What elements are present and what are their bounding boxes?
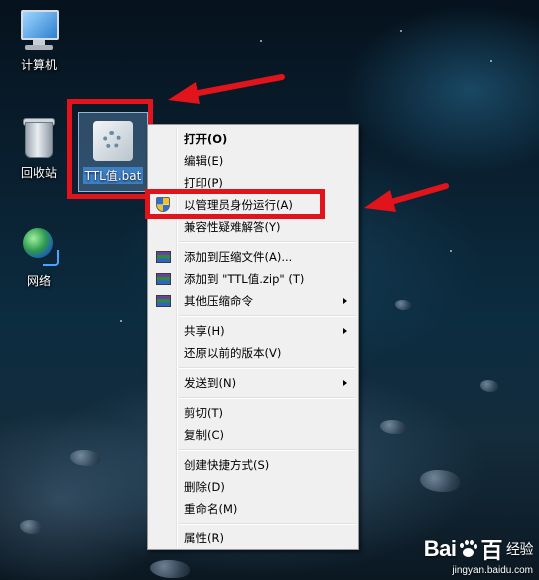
menu-separator <box>179 397 355 399</box>
background-star <box>260 40 262 42</box>
menu-separator <box>179 523 355 525</box>
background-rock <box>380 420 406 434</box>
background-star <box>490 60 492 62</box>
annotation-arrow-run-as-admin <box>364 183 449 212</box>
desktop-icon-label: 网络 <box>26 274 51 288</box>
highlight-box-file <box>67 99 153 199</box>
desktop-icon-recycle-bin[interactable]: 回收站 <box>4 116 74 181</box>
menu-item-rename[interactable]: 重命名(M) <box>151 498 355 520</box>
menu-item-properties[interactable]: 属性(R) <box>151 527 355 549</box>
menu-item-label: 打印(P) <box>184 176 223 190</box>
menu-item-label: 删除(D) <box>184 480 225 494</box>
background-rock <box>20 520 42 534</box>
menu-separator <box>179 367 355 369</box>
baidu-paw-icon <box>458 539 478 559</box>
highlight-box-run-as-admin <box>145 189 325 219</box>
submenu-arrow-icon <box>343 380 347 386</box>
submenu-arrow-icon <box>343 298 347 304</box>
desktop-icon-label: 计算机 <box>20 58 57 72</box>
background-rock <box>150 560 190 578</box>
menu-item-share[interactable]: 共享(H) <box>151 320 355 342</box>
submenu-arrow-icon <box>343 328 347 334</box>
menu-item-label: 编辑(E) <box>184 154 224 168</box>
menu-separator <box>179 315 355 317</box>
menu-item-label: 共享(H) <box>184 324 225 338</box>
menu-item-label: 添加到压缩文件(A)... <box>184 250 293 264</box>
watermark-brand-left: Bai <box>423 536 457 561</box>
menu-item-label: 复制(C) <box>184 428 225 442</box>
context-menu: 打开(O) 编辑(E) 打印(P) 以管理员身份运行(A) 兼容性疑难解答(Y)… <box>147 124 359 550</box>
archive-icon <box>156 273 171 285</box>
menu-item-edit[interactable]: 编辑(E) <box>151 150 355 172</box>
network-icon <box>17 224 61 268</box>
background-star <box>450 250 452 252</box>
annotation-arrow-file <box>168 74 285 104</box>
desktop-icon-network[interactable]: 网络 <box>4 224 74 289</box>
desktop: 计算机 回收站 网络 TTL值.bat 打开(O) 编辑(E) 打印(P) 以管… <box>0 0 539 580</box>
menu-item-delete[interactable]: 删除(D) <box>151 476 355 498</box>
baidu-jingyan-watermark: Bai 百 经验 jingyan.baidu.com <box>423 533 534 576</box>
menu-item-label: 属性(R) <box>184 531 224 545</box>
menu-item-restore-previous-versions[interactable]: 还原以前的版本(V) <box>151 342 355 364</box>
menu-item-label: 重命名(M) <box>184 502 238 516</box>
menu-item-add-to-archive[interactable]: 添加到压缩文件(A)... <box>151 246 355 268</box>
background-rock <box>70 450 100 466</box>
menu-item-create-shortcut[interactable]: 创建快捷方式(S) <box>151 454 355 476</box>
menu-item-troubleshoot-compatibility[interactable]: 兼容性疑难解答(Y) <box>151 216 355 238</box>
menu-item-open[interactable]: 打开(O) <box>151 128 355 150</box>
menu-item-label: 添加到 "TTL值.zip" (T) <box>184 272 305 286</box>
menu-item-label: 还原以前的版本(V) <box>184 346 282 360</box>
background-rock <box>420 470 460 492</box>
desktop-icon-computer[interactable]: 计算机 <box>4 8 74 73</box>
menu-item-label: 发送到(N) <box>184 376 237 390</box>
watermark-suffix: 经验 <box>506 541 534 557</box>
menu-item-label: 兼容性疑难解答(Y) <box>184 220 281 234</box>
menu-item-other-compress-commands[interactable]: 其他压缩命令 <box>151 290 355 312</box>
background-rock <box>395 300 411 310</box>
background-rock <box>480 380 498 392</box>
menu-item-label: 剪切(T) <box>184 406 223 420</box>
menu-item-label: 其他压缩命令 <box>184 294 253 308</box>
background-star <box>400 30 402 32</box>
recycle-bin-icon <box>17 116 61 160</box>
menu-item-label: 创建快捷方式(S) <box>184 458 270 472</box>
archive-icon <box>156 251 171 263</box>
menu-item-add-to-zip[interactable]: 添加到 "TTL值.zip" (T) <box>151 268 355 290</box>
archive-icon <box>156 295 171 307</box>
background-star <box>120 320 122 322</box>
menu-item-label: 打开(O) <box>184 132 228 146</box>
computer-icon <box>17 8 61 52</box>
menu-item-cut[interactable]: 剪切(T) <box>151 402 355 424</box>
menu-separator <box>179 241 355 243</box>
menu-item-copy[interactable]: 复制(C) <box>151 424 355 446</box>
desktop-icon-label: 回收站 <box>20 166 57 180</box>
menu-separator <box>179 449 355 451</box>
watermark-logo: Bai 百 经验 <box>423 533 534 565</box>
watermark-brand-right: 百 <box>480 538 502 563</box>
menu-item-send-to[interactable]: 发送到(N) <box>151 372 355 394</box>
watermark-url: jingyan.baidu.com <box>452 565 533 576</box>
